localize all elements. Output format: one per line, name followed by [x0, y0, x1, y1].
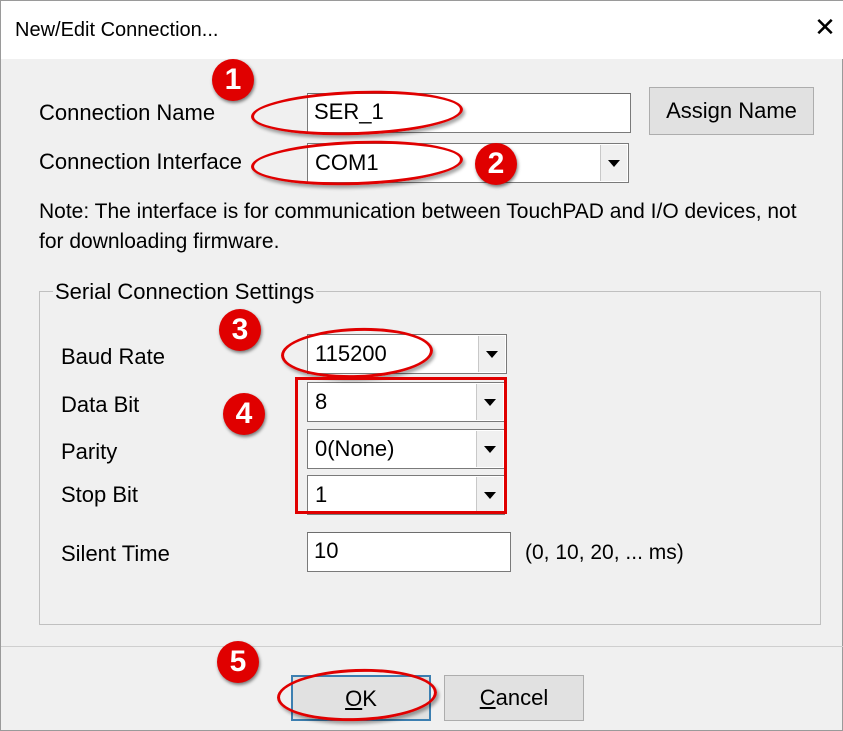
silent-time-hint: (0, 10, 20, ... ms) [525, 541, 684, 564]
annotation-marker-5: 5 [217, 641, 259, 683]
connection-interface-label: Connection Interface [39, 149, 243, 174]
data-bit-label: Data Bit [61, 392, 140, 417]
assign-name-button[interactable]: Assign Name [649, 87, 814, 135]
cancel-button[interactable]: Cancel [444, 675, 584, 721]
baud-rate-label: Baud Rate [61, 344, 165, 369]
annotation-marker-2: 2 [475, 143, 517, 185]
parity-label: Parity [61, 439, 118, 464]
chevron-down-icon[interactable] [600, 145, 627, 181]
silent-time-input[interactable]: 10 [307, 532, 511, 572]
connection-name-label: Connection Name [39, 100, 216, 125]
silent-time-label: Silent Time [61, 541, 170, 566]
annotation-marker-1: 1 [212, 59, 254, 101]
annotation-rect-serial-options [295, 377, 507, 514]
new-edit-connection-dialog: New/Edit Connection... ✕ Connection Name… [0, 0, 843, 731]
cancel-mnemonic: C [479, 685, 496, 710]
interface-note: Note: The interface is for communication… [39, 200, 797, 253]
annotation-marker-4: 4 [223, 393, 265, 435]
chevron-down-icon[interactable] [478, 336, 505, 372]
title-bar: New/Edit Connection... ✕ [1, 1, 843, 59]
serial-settings-group-title: Serial Connection Settings [53, 279, 317, 305]
footer-divider [1, 646, 843, 647]
cancel-label-rest: ancel [495, 685, 549, 710]
annotation-marker-3: 3 [219, 309, 261, 351]
window-title: New/Edit Connection... [15, 19, 219, 41]
close-icon[interactable]: ✕ [811, 13, 839, 41]
stop-bit-label: Stop Bit [61, 482, 139, 507]
